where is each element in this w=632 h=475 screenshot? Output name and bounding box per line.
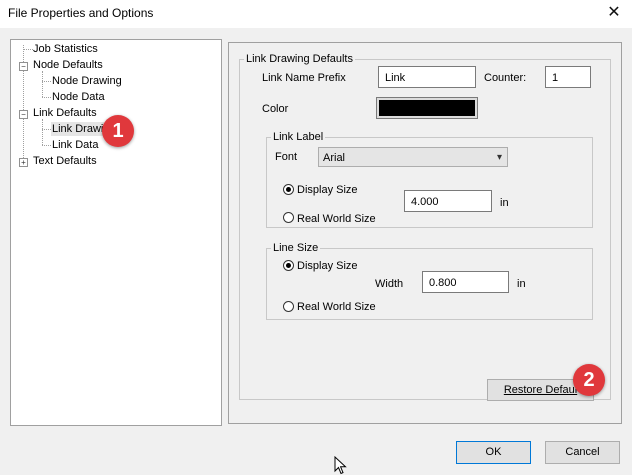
tree-item-text-defaults[interactable]: Text Defaults: [33, 154, 97, 168]
mouse-cursor-icon: [334, 456, 347, 475]
group-title: Line Size: [273, 242, 319, 254]
link-label-display-size-label[interactable]: Display Size: [297, 184, 358, 196]
counter-input[interactable]: 1: [545, 66, 591, 88]
restore-defaults-label: Restore Defaul: [503, 384, 578, 396]
tree-item-job-statistics[interactable]: Job Statistics: [33, 42, 98, 56]
collapse-icon[interactable]: −: [19, 110, 28, 119]
tree-item-label: Link Drawi: [52, 123, 104, 135]
link-name-prefix-label: Link Name Prefix: [262, 72, 346, 84]
group-title: Link Drawing Defaults: [246, 53, 353, 65]
tree-item-label: Node Drawing: [52, 75, 122, 87]
color-label: Color: [262, 103, 289, 115]
tree-line: [42, 129, 51, 130]
color-swatch-button[interactable]: [376, 97, 478, 119]
link-label-real-world-size-label[interactable]: Real World Size: [297, 213, 376, 225]
tree-item-label: Node Data: [52, 91, 105, 103]
tree-line: [42, 97, 51, 98]
link-label-real-world-size-radio[interactable]: [283, 212, 294, 223]
tree-line: [42, 71, 43, 97]
font-select[interactable]: Arial ▾: [318, 147, 508, 167]
line-size-unit-label: in: [517, 278, 526, 290]
tree-item-label: Node Defaults: [33, 59, 103, 71]
line-size-display-size-radio[interactable]: [283, 260, 294, 271]
counter-label: Counter:: [484, 72, 527, 84]
font-label: Font: [275, 151, 298, 163]
tree-item-label: Text Defaults: [33, 155, 97, 167]
line-size-real-world-size-label[interactable]: Real World Size: [297, 301, 376, 313]
chevron-down-icon: ▾: [496, 152, 502, 163]
link-label-unit-label: in: [500, 197, 509, 209]
line-size-display-size-label[interactable]: Display Size: [297, 260, 358, 272]
collapse-icon[interactable]: −: [19, 62, 28, 71]
link-name-prefix-input[interactable]: Link: [378, 66, 476, 88]
tree-item-link-data[interactable]: Link Data: [52, 138, 98, 152]
tree-item-label: Job Statistics: [33, 43, 98, 55]
link-label-size-input[interactable]: 4.000: [404, 190, 492, 212]
tree-line: [42, 119, 43, 145]
window-title: File Properties and Options: [8, 6, 154, 20]
ok-button[interactable]: OK: [456, 441, 531, 464]
tree-line: [42, 81, 51, 82]
tree-line: [23, 49, 33, 50]
tree-item-node-drawing[interactable]: Node Drawing: [52, 74, 122, 88]
tree-line: [42, 145, 51, 146]
width-label: Width: [375, 278, 404, 290]
tree-item-label: Link Defaults: [33, 107, 97, 119]
annotation-badge-2: 2: [573, 364, 605, 396]
annotation-badge-1: 1: [102, 115, 134, 147]
tree-item-link-defaults[interactable]: Link Defaults: [33, 106, 97, 120]
font-select-value: Arial: [323, 152, 346, 164]
title-bar: File Properties and Options ✕: [0, 0, 632, 28]
cancel-button[interactable]: Cancel: [545, 441, 620, 464]
tree-item-label: Link Data: [52, 139, 99, 151]
properties-panel: Link Drawing Defaults Link Name Prefix L…: [228, 42, 622, 424]
group-title: Link Label: [273, 131, 324, 143]
tree-item-node-data[interactable]: Node Data: [52, 90, 105, 104]
expand-icon[interactable]: +: [19, 158, 28, 167]
options-tree[interactable]: Job Statistics − Node Defaults Node Draw…: [10, 39, 222, 426]
line-width-input[interactable]: 0.800: [422, 271, 509, 293]
tree-item-link-drawing[interactable]: Link Drawi: [51, 122, 105, 136]
tree-item-node-defaults[interactable]: Node Defaults: [33, 58, 103, 72]
close-icon[interactable]: ✕: [604, 2, 624, 24]
link-label-display-size-radio[interactable]: [283, 184, 294, 195]
line-size-real-world-size-radio[interactable]: [283, 301, 294, 312]
